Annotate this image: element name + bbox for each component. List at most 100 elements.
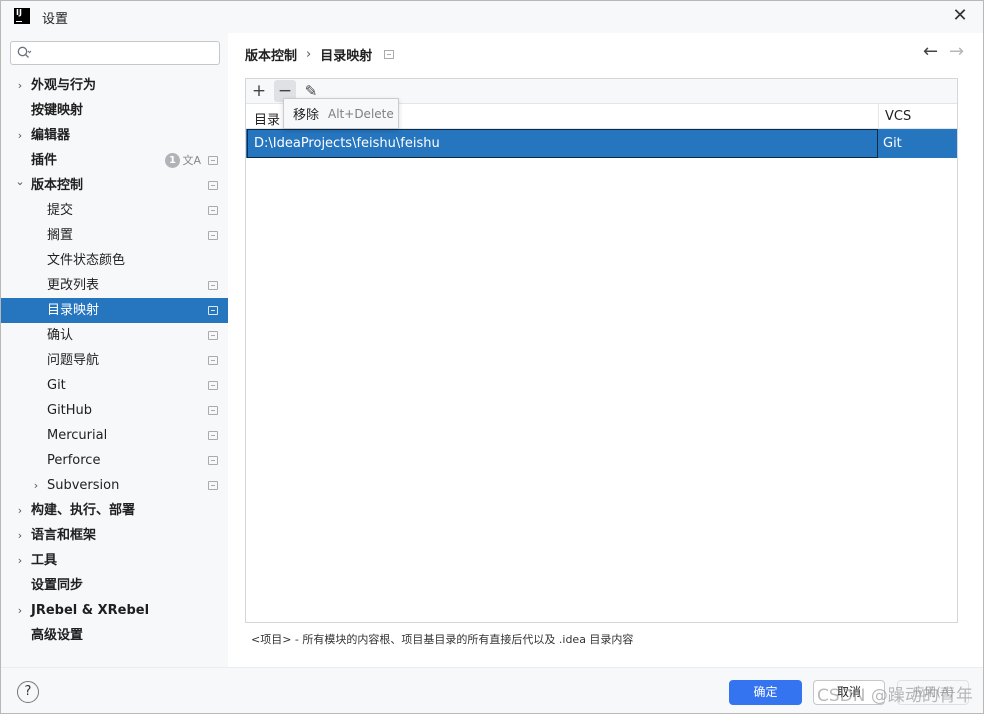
sidebar-item[interactable]: 确认 [1,323,228,348]
sidebar-item[interactable]: 文件状态颜色 [1,248,228,273]
sidebar-item[interactable]: 更改列表 [1,273,228,298]
project-scope-icon [208,206,218,215]
window-title: 设置 [42,12,69,27]
update-count-badge: 1 [165,153,180,168]
tooltip-action: 移除 [293,108,320,123]
close-icon[interactable]: ✕ [949,5,971,27]
project-scope-icon [208,431,218,440]
chevron-right-icon[interactable]: › [14,598,26,623]
project-scope-icon [208,481,218,490]
project-scope-icon [208,156,218,165]
back-arrow-icon[interactable]: ← [923,41,938,62]
sidebar-item-label: Mercurial [47,428,108,443]
sidebar-item[interactable]: Git [1,373,228,398]
sidebar-item-label: 提交 [47,203,74,218]
remove-tooltip: 移除 Alt+Delete [283,98,399,129]
sidebar-item-label: 设置同步 [31,578,84,593]
breadcrumb: 版本控制 › 目录映射 [245,45,395,64]
sidebar-item[interactable]: › 工具 [1,548,228,573]
sidebar-item[interactable]: 按键映射 [1,98,228,123]
project-scope-icon [384,50,395,59]
project-scope-icon [208,381,218,390]
sidebar-item[interactable]: 设置同步 [1,573,228,598]
sidebar-item-label: 构建、执行、部署 [31,503,136,518]
sidebar-item-label: 高级设置 [31,628,84,643]
sidebar-item-label: 目录映射 [47,303,100,318]
sidebar-item-label: 确认 [47,328,74,343]
sidebar-item-label: 搁置 [47,228,74,243]
sidebar-item[interactable]: 问题导航 [1,348,228,373]
search-input[interactable] [10,41,220,65]
sidebar-item-label: Git [47,378,66,393]
sidebar-item-label: 版本控制 [31,178,84,193]
project-scope-icon [208,331,218,340]
sidebar-item-label: 问题导航 [47,353,100,368]
intellij-logo-icon: IJ [14,8,30,24]
sidebar-item[interactable]: ⌄ 版本控制 [1,173,228,198]
chevron-right-icon[interactable]: › [30,473,42,498]
sidebar-item[interactable]: 插件 1 文A [1,148,228,173]
chevron-right-icon[interactable]: › [14,548,26,573]
watermark: CSDN @躁动的青年 [817,686,973,706]
project-scope-icon [208,181,218,190]
sidebar-item[interactable]: 搁置 [1,223,228,248]
chevron-right-icon[interactable]: › [14,73,26,98]
sidebar-item[interactable]: Perforce [1,448,228,473]
help-icon[interactable]: ? [17,681,39,703]
mappings-hint: <项目> - 所有模块的内容根、项目基目录的所有直接后代以及 .idea 目录内… [251,633,634,646]
sidebar-item[interactable]: › Subversion [1,473,228,498]
sidebar-item-label: 语言和框架 [31,528,97,543]
settings-dialog: IJ 设置 ✕ › 外观与行为 按键映射 › 编辑器 插件 1 文A ⌄ 版本控制 提交 搁置 文件状态… [0,0,984,714]
sidebar-item-label: 按键映射 [31,103,84,118]
sidebar-item-label: Perforce [47,453,101,468]
search-icon [17,46,32,58]
column-header-vcs[interactable]: VCS [885,109,911,124]
settings-sidebar: › 外观与行为 按键映射 › 编辑器 插件 1 文A ⌄ 版本控制 提交 搁置 文件状态颜色 更改列表 目录… [1,33,228,667]
sidebar-item-label: 插件 [31,153,58,168]
ok-button[interactable]: 确定 [729,680,802,705]
project-scope-icon [208,306,218,315]
project-scope-icon [208,406,218,415]
sidebar-item-label: Subversion [47,478,120,493]
project-scope-icon [208,231,218,240]
project-scope-icon [208,356,218,365]
translate-icon: 文A [182,154,201,167]
sidebar-item[interactable]: › 编辑器 [1,123,228,148]
project-scope-icon [208,281,218,290]
sidebar-item[interactable]: Mercurial [1,423,228,448]
title-bar: IJ 设置 ✕ [1,1,983,33]
sidebar-item[interactable]: › 外观与行为 [1,73,228,98]
add-icon[interactable]: + [248,80,270,102]
sidebar-item-label: 编辑器 [31,128,71,143]
sidebar-item[interactable]: 高级设置 [1,623,228,648]
vcs-cell[interactable]: Git [883,129,902,158]
sidebar-item-label: JRebel & XRebel [31,603,150,618]
forward-arrow-icon[interactable]: → [949,41,964,62]
sidebar-item[interactable]: GitHub [1,398,228,423]
chevron-right-icon[interactable]: › [14,523,26,548]
sidebar-item-label: GitHub [47,403,93,418]
sidebar-item[interactable]: › 语言和框架 [1,523,228,548]
sidebar-item[interactable]: 提交 [1,198,228,223]
breadcrumb-parent[interactable]: 版本控制 [245,45,297,64]
chevron-right-icon[interactable]: › [14,498,26,523]
sidebar-item-label: 外观与行为 [31,78,97,93]
directory-cell[interactable]: D:\IdeaProjects\feishu\feishu [247,129,878,158]
column-divider[interactable] [878,104,879,129]
sidebar-item[interactable]: › 构建、执行、部署 [1,498,228,523]
directory-mappings-panel: + − ✎ 目录 VCS D:\IdeaProjects\feishu\feis… [245,78,958,623]
sidebar-item[interactable]: › JRebel & XRebel [1,598,228,623]
project-scope-icon [208,456,218,465]
column-header-directory[interactable]: 目录 [254,109,280,128]
chevron-right-icon[interactable]: › [14,123,26,148]
sidebar-item[interactable]: 目录映射 [1,298,228,323]
sidebar-item-label: 工具 [31,553,58,568]
tooltip-shortcut: Alt+Delete [328,106,394,121]
breadcrumb-separator: › [306,47,312,62]
chevron-down-icon[interactable]: ⌄ [14,169,26,194]
sidebar-item-label: 更改列表 [47,278,100,293]
settings-tree: › 外观与行为 按键映射 › 编辑器 插件 1 文A ⌄ 版本控制 提交 搁置 文件状态颜色 更改列表 目录… [1,73,228,648]
page-title: 目录映射 [320,49,373,64]
sidebar-item-label: 文件状态颜色 [47,253,126,268]
table-row[interactable]: D:\IdeaProjects\feishu\feishu Git [246,129,957,158]
